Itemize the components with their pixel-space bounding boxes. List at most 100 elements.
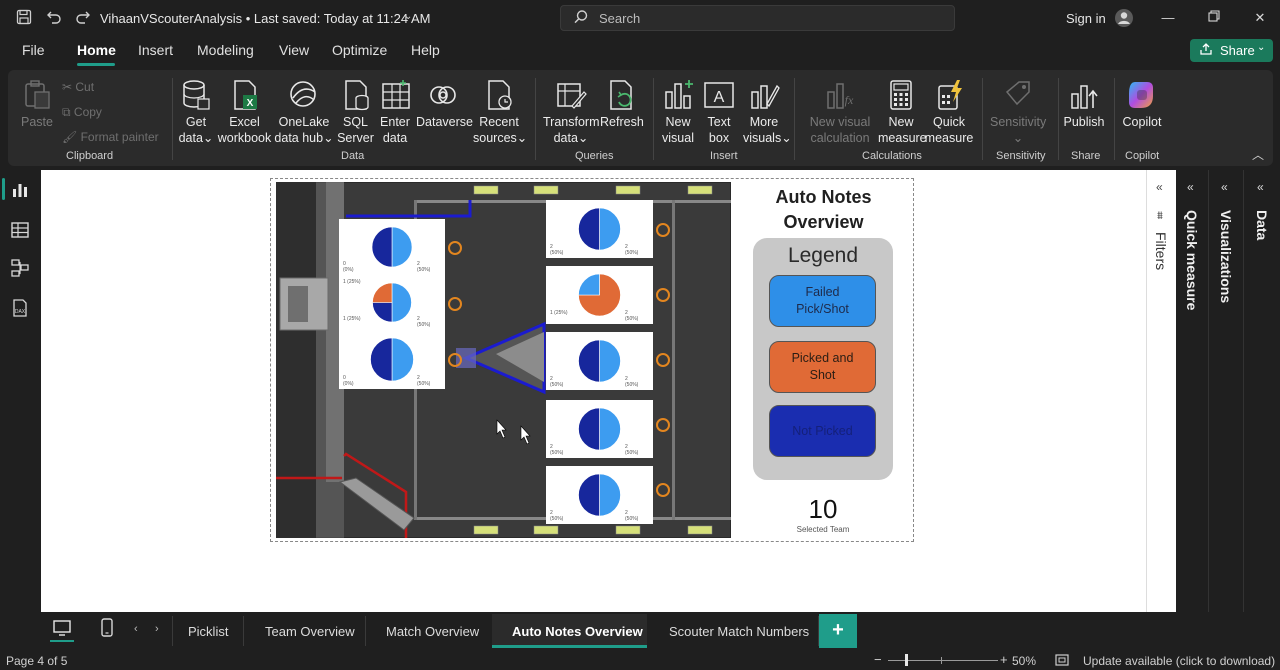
format-painter-button[interactable]: 🖌 Format painter	[62, 130, 159, 144]
legend-picked-and-shot[interactable]: Picked and Shot	[769, 341, 876, 393]
collapse-ribbon-icon[interactable]: ︿	[1252, 146, 1264, 163]
pie-slice[interactable]	[371, 226, 393, 268]
copy-button[interactable]: ⧉ Copy	[62, 105, 102, 120]
pie-slice[interactable]	[578, 207, 600, 251]
pie-chart-card[interactable]: 2 (50%) 2 (50%)	[546, 466, 653, 524]
pie-slice[interactable]	[370, 337, 393, 382]
pie-slice[interactable]	[578, 407, 600, 451]
pie-slice[interactable]	[391, 226, 413, 268]
pie-chart-card[interactable]: 2 (50%) 2 (50%)	[546, 400, 653, 458]
pie-slice[interactable]	[599, 407, 621, 451]
get-data-button[interactable]: Get data⌄	[176, 74, 216, 146]
dax-query-view-icon[interactable]: DAX	[10, 298, 30, 318]
onelake-button[interactable]: OneLake data hub⌄	[274, 74, 334, 146]
excel-workbook-button[interactable]: X Excel workbook	[217, 74, 272, 146]
more-visuals-button[interactable]: More visuals⌄	[743, 74, 792, 146]
pie-slice[interactable]	[578, 473, 600, 517]
publish-button[interactable]: Publish	[1063, 74, 1105, 130]
zoom-in-icon[interactable]: +	[1000, 652, 1008, 667]
copilot-button[interactable]: Copilot	[1121, 74, 1163, 130]
model-view-icon[interactable]	[10, 258, 30, 278]
pie-data-label: 2 (50%)	[625, 310, 639, 322]
undo-icon[interactable]	[45, 9, 63, 27]
search-box[interactable]: Search	[560, 5, 955, 31]
quick-measure-button[interactable]: Quick measure	[924, 74, 974, 146]
add-page-button[interactable]: +	[819, 614, 857, 648]
pie-slice[interactable]	[372, 302, 393, 323]
report-view-icon[interactable]	[10, 180, 30, 200]
document-title[interactable]: VihaanVScouterAnalysis • Last saved: Tod…	[100, 11, 430, 26]
menu-file[interactable]: File	[22, 42, 45, 58]
update-available-link[interactable]: Update available (click to download)	[1083, 654, 1275, 668]
legend-label: Failed	[805, 285, 840, 299]
sql-server-button[interactable]: SQL Server	[337, 74, 374, 146]
menu-home[interactable]: Home	[77, 42, 116, 58]
recent-sources-button[interactable]: Recent sources⌄	[473, 74, 527, 146]
desktop-layout-icon[interactable]	[52, 619, 72, 642]
tab-match-overview[interactable]: Match Overview	[386, 624, 479, 639]
text-box-button[interactable]: A Text box	[701, 74, 737, 146]
pie-chart-card[interactable]: 1 (25%) 2 (50%)	[546, 266, 653, 324]
excel-label-2: workbook	[217, 131, 272, 145]
pie-slice[interactable]	[391, 337, 414, 382]
pie-chart-card[interactable]: 1 (25%) 1 (25%) 2 (50%)	[339, 275, 445, 330]
cut-button[interactable]: ✂ Cut	[62, 80, 94, 94]
new-visual-button[interactable]: New visual	[660, 74, 696, 146]
tab-scouter-match-numbers[interactable]: Scouter Match Numbers	[669, 624, 809, 639]
legend-not-picked[interactable]: Not Picked	[769, 405, 876, 457]
minimize-button[interactable]: —	[1156, 8, 1180, 28]
data-pane[interactable]: « Data	[1245, 170, 1280, 612]
mobile-layout-icon[interactable]	[100, 618, 114, 643]
enter-data-button[interactable]: Enter data	[379, 74, 411, 146]
pie-chart-card[interactable]: 0 (0%) 2 (50%)	[339, 219, 445, 275]
sensitivity-button[interactable]: Sensitivity ⌄	[990, 74, 1046, 146]
menu-view[interactable]: View	[279, 42, 309, 58]
tab-team-overview[interactable]: Team Overview	[265, 624, 355, 639]
avatar-icon[interactable]	[1114, 8, 1134, 33]
pie-chart-card[interactable]: 2 (50%) 2 (50%)	[546, 332, 653, 390]
pie-chart-card[interactable]: 0 (0%) 2 (50%)	[339, 330, 445, 389]
pie-slice[interactable]	[391, 282, 412, 323]
visualizations-pane[interactable]: « Visualizations	[1210, 170, 1244, 612]
dataverse-button[interactable]: Dataverse	[416, 74, 473, 130]
zoom-slider-thumb[interactable]	[905, 654, 908, 666]
save-icon[interactable]	[15, 9, 33, 27]
transform-data-button[interactable]: Transform data⌄	[543, 74, 600, 146]
pie-slice[interactable]	[578, 339, 600, 383]
restore-button[interactable]	[1202, 8, 1226, 28]
visualizations-expand-icon[interactable]: «	[1221, 180, 1228, 194]
data-expand-icon[interactable]: «	[1257, 180, 1264, 194]
tab-auto-notes-overview[interactable]: Auto Notes Overview	[512, 624, 643, 639]
new-measure-button[interactable]: New measure	[878, 74, 927, 146]
menu-optimize[interactable]: Optimize	[332, 42, 387, 58]
close-button[interactable]: ✕	[1248, 8, 1272, 28]
filters-pane[interactable]: « ⩩ Filters	[1146, 170, 1176, 612]
next-page-chevron-icon[interactable]: ›	[155, 623, 159, 635]
menu-modeling[interactable]: Modeling	[197, 42, 254, 58]
quick-measure-expand-icon[interactable]: «	[1187, 180, 1194, 194]
menu-insert[interactable]: Insert	[138, 42, 173, 58]
pie-slice[interactable]	[578, 273, 600, 296]
fit-to-page-icon[interactable]	[1055, 653, 1069, 670]
redo-icon[interactable]	[74, 9, 92, 27]
pie-chart-card[interactable]: 2 (50%) 2 (50%)	[546, 200, 653, 258]
filters-collapse-icon[interactable]: «	[1156, 180, 1163, 194]
tab-picklist[interactable]: Picklist	[188, 624, 228, 639]
pie-slice[interactable]	[372, 282, 393, 303]
pie-slice[interactable]	[599, 339, 621, 383]
table-view-icon[interactable]	[10, 220, 30, 240]
refresh-button[interactable]: Refresh	[600, 74, 644, 130]
share-button[interactable]: Share ⌄	[1190, 39, 1273, 62]
title-chevron-down-icon[interactable]: ⌄	[404, 11, 412, 22]
paste-button[interactable]: Paste	[18, 74, 56, 130]
quick-measure-pane[interactable]: « Quick measure	[1177, 170, 1209, 612]
pie-slice[interactable]	[599, 473, 621, 517]
prev-page-chevron-icon[interactable]: ‹	[134, 623, 138, 635]
legend-failed-pick-shot[interactable]: Failed Pick/Shot	[769, 275, 876, 327]
menu-help[interactable]: Help	[411, 42, 440, 58]
pie-slice[interactable]	[599, 207, 621, 251]
zoom-level[interactable]: 50%	[1012, 654, 1036, 668]
new-visual-calculation-button[interactable]: fx New visual calculation	[807, 74, 873, 146]
sign-in-link[interactable]: Sign in	[1066, 11, 1106, 26]
zoom-out-icon[interactable]: −	[874, 652, 882, 667]
